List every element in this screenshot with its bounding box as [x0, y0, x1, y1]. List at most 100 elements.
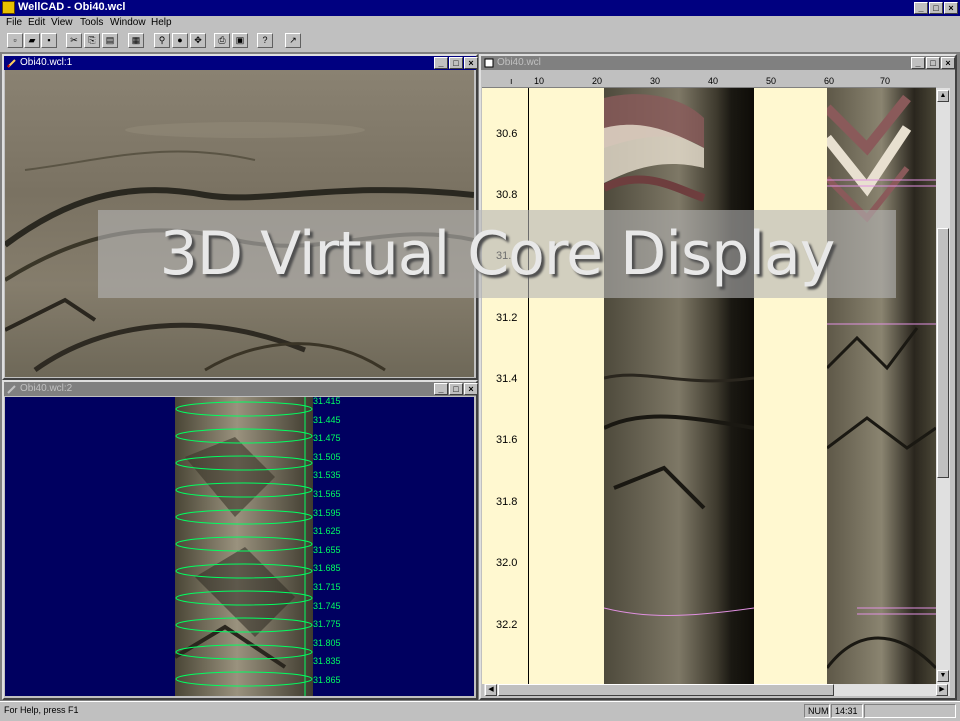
ruler-tick: ı: [510, 76, 513, 86]
core-depth-label: 31.505: [313, 451, 341, 462]
status-panel: [864, 704, 956, 718]
core-depth-label: 31.595: [313, 507, 341, 518]
log-close-button[interactable]: ×: [941, 57, 955, 69]
pattern-icon[interactable]: ▦: [128, 33, 144, 48]
log-header-ruler: ı 10 20 30 40 50 60 70: [482, 70, 936, 88]
ruler-tick-label: 50: [766, 76, 777, 86]
color-icon[interactable]: ●: [172, 33, 188, 48]
status-bar: For Help, press F1 NUM 14:31: [0, 701, 960, 721]
scroll-up-icon[interactable]: ▲: [937, 90, 949, 102]
image-window-title: Obi40.wcl:1: [20, 57, 73, 68]
scroll-thumb[interactable]: [937, 228, 949, 478]
menu-tools[interactable]: Tools: [80, 17, 103, 28]
clock-text: 14:31: [831, 704, 863, 718]
app-title-bar: WellCAD - Obi40.wcl _ □ ×: [0, 0, 960, 16]
minimize-button[interactable]: _: [914, 2, 928, 14]
menu-window[interactable]: Window: [110, 17, 146, 28]
log-maximize-button[interactable]: □: [926, 57, 940, 69]
menu-edit[interactable]: Edit: [28, 17, 45, 28]
save-icon[interactable]: ▪: [41, 33, 57, 48]
virtual-core-view[interactable]: 31.415 31.445 31.475 31.505 31.535 31.565 31.5…: [5, 397, 474, 696]
menu-help[interactable]: Help: [151, 17, 172, 28]
ruler-tick-label: 60: [824, 76, 835, 86]
log-window-title-bar[interactable]: Obi40.wcl _ □ ×: [481, 56, 955, 70]
print-icon[interactable]: ⎙: [214, 33, 230, 48]
help-icon[interactable]: ?: [257, 33, 273, 48]
image-minimize-button[interactable]: _: [434, 57, 448, 69]
log-track-area[interactable]: 30.630.831.031.231.431.631.832.032.2: [482, 88, 936, 684]
copy-icon[interactable]: ⎘: [84, 33, 100, 48]
ruler-tick-label: 40: [708, 76, 719, 86]
log-vertical-scrollbar[interactable]: ▲ ▼: [936, 88, 950, 684]
core-image-track-1: [604, 88, 754, 684]
core-image-track-2: [827, 88, 936, 684]
depth-label: 31.4: [496, 373, 518, 385]
core-depth-label: 31.745: [313, 600, 341, 611]
core-depth-label: 31.625: [313, 526, 341, 537]
core-close-button[interactable]: ×: [464, 383, 478, 395]
core-depth-label: 31.535: [313, 470, 341, 481]
depth-track-divider: [528, 88, 529, 684]
log-window-title: Obi40.wcl: [497, 57, 541, 68]
depth-label: 30.6: [496, 128, 518, 140]
ruler-tick-label: 30: [650, 76, 661, 86]
core-depth-label: 31.475: [313, 433, 341, 444]
depth-label: 31.6: [496, 434, 518, 446]
menu-bar: File Edit View Tools Window Help: [0, 16, 960, 30]
open-folder-icon[interactable]: ▰: [24, 33, 40, 48]
core-depth-label: 31.415: [313, 397, 341, 406]
paste-icon[interactable]: ▤: [102, 33, 118, 48]
core-depth-label: 31.685: [313, 563, 341, 574]
depth-label: 30.8: [496, 189, 518, 201]
status-help-text: For Help, press F1: [4, 705, 79, 715]
maximize-button[interactable]: □: [929, 2, 943, 14]
hscroll-thumb[interactable]: [498, 684, 834, 696]
scroll-left-icon[interactable]: ◀: [485, 684, 497, 696]
core-depth-label: 31.445: [313, 414, 341, 425]
overlay-title: 3D Virtual Core Display: [159, 219, 836, 289]
app-title: WellCAD - Obi40.wcl: [18, 1, 126, 13]
pencil-icon: [7, 59, 16, 68]
virtual-core-window-title-bar[interactable]: Obi40.wcl:2 _ □ ×: [4, 382, 478, 396]
overlay-banner: 3D Virtual Core Display: [98, 210, 896, 298]
print-preview-icon[interactable]: ▣: [232, 33, 248, 48]
core-depth-label: 31.865: [313, 675, 341, 685]
image-close-button[interactable]: ×: [464, 57, 478, 69]
log-minimize-button[interactable]: _: [911, 57, 925, 69]
ruler-tick-label: 70: [880, 76, 891, 86]
ruler-tick-label: 10: [534, 76, 545, 86]
depth-label: 31.2: [496, 312, 518, 324]
core-depth-label: 31.835: [313, 656, 341, 667]
new-file-icon[interactable]: ▫: [7, 33, 23, 48]
num-lock-indicator: NUM: [804, 704, 830, 718]
ruler-tick-label: 20: [592, 76, 603, 86]
core-depth-label: 31.565: [313, 489, 341, 499]
cut-icon[interactable]: ✂: [66, 33, 82, 48]
toolbar: ▫ ▰ ▪ ✂ ⎘ ▤ ▦ ⚲ ● ✥ ⎙ ▣ ? ↗: [0, 30, 960, 53]
core-depth-label: 31.655: [313, 544, 341, 555]
scroll-right-icon[interactable]: ▶: [936, 684, 948, 696]
virtual-core-window-title: Obi40.wcl:2: [20, 383, 73, 394]
core-maximize-button[interactable]: □: [449, 383, 463, 395]
log-horizontal-scrollbar[interactable]: ◀ ▶: [484, 684, 950, 696]
log-document-icon: [484, 58, 494, 68]
core-cylinder-image: [175, 397, 313, 696]
move-icon[interactable]: ✥: [190, 33, 206, 48]
pointer-icon[interactable]: ↗: [285, 33, 301, 48]
core-depth-label: 31.775: [313, 619, 341, 630]
close-button[interactable]: ×: [944, 2, 958, 14]
menu-view[interactable]: View: [51, 17, 73, 28]
core-depth-label: 31.805: [313, 637, 341, 648]
scroll-down-icon[interactable]: ▼: [937, 670, 949, 682]
pencil-icon: [7, 385, 16, 394]
search-icon[interactable]: ⚲: [154, 33, 170, 48]
depth-label: 32.2: [496, 619, 518, 631]
core-depth-label: 31.715: [313, 582, 341, 592]
image-window-title-bar[interactable]: Obi40.wcl:1 _ □ ×: [4, 56, 478, 70]
image-maximize-button[interactable]: □: [449, 57, 463, 69]
depth-label: 31.8: [496, 496, 518, 508]
menu-file[interactable]: File: [6, 17, 22, 28]
wellcad-app-icon[interactable]: [2, 1, 15, 14]
core-minimize-button[interactable]: _: [434, 383, 448, 395]
depth-label: 32.0: [496, 557, 518, 569]
